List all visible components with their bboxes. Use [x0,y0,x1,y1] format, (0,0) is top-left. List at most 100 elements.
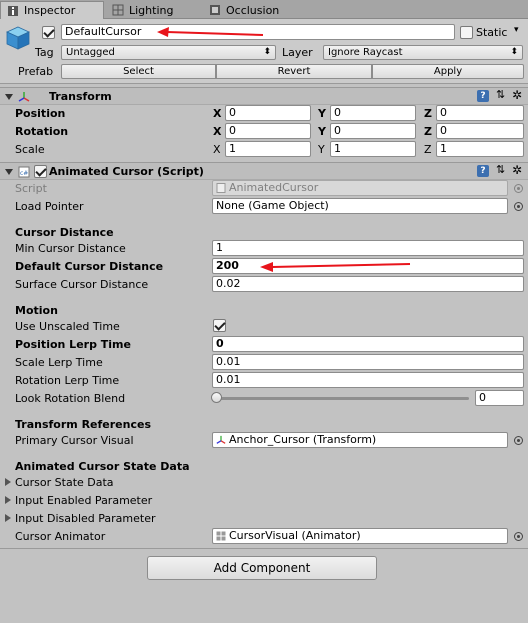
prefab-label: Prefab [18,65,54,78]
layer-label: Layer [282,46,313,59]
tab-label: Inspector [24,4,76,17]
prefab-revert-button[interactable]: Revert [216,64,372,79]
axis-x-label[interactable]: X [213,125,221,138]
look-rotation-blend-slider-track[interactable] [215,397,469,400]
position-lerp-time-field[interactable]: 0 [212,336,524,352]
script-value: AnimatedCursor [229,181,319,194]
scale-z-field[interactable]: 1 [436,141,524,157]
axis-x-label[interactable]: X [213,107,221,120]
cursor-animator-label: Cursor Animator [15,530,106,543]
axis-y-label[interactable]: Y [318,125,326,138]
primary-cursor-visual-field[interactable]: Anchor_Cursor (Transform) [212,432,508,448]
rotation-x-field[interactable]: 0 [225,123,311,139]
script-file-icon [216,183,226,193]
script-label: Script [15,182,47,195]
look-rotation-blend-label: Look Rotation Blend [15,392,126,405]
use-unscaled-time-label: Use Unscaled Time [15,320,120,333]
state-data-header: Animated Cursor State Data [15,460,190,473]
foldout-collapsed-icon[interactable] [5,514,11,522]
prefab-apply-button[interactable]: Apply [372,64,524,79]
position-label: Position [15,107,66,120]
cursor-distance-header: Cursor Distance [15,226,114,239]
gameobject-cube-icon [6,26,30,50]
rotation-y-field[interactable]: 0 [330,123,416,139]
scale-lerp-time-field[interactable]: 0.01 [212,354,524,370]
dropdown-arrows-icon: ⬍ [510,47,518,57]
look-rotation-blend-slider-thumb[interactable] [211,392,222,403]
rotation-lerp-time-label: Rotation Lerp Time [15,374,120,387]
position-lerp-time-label: Position Lerp Time [15,338,131,351]
look-rotation-blend-field[interactable]: 0 [475,390,524,406]
position-z-field[interactable]: 0 [436,105,524,121]
load-pointer-field[interactable]: None (Game Object) [212,198,508,214]
rotation-label: Rotation [15,125,69,138]
object-picker-icon[interactable] [514,202,523,211]
tab-inspector[interactable]: Inspector [0,1,104,19]
static-checkbox[interactable] [460,26,473,39]
scale-y-field[interactable]: 1 [330,141,416,157]
axis-z-label[interactable]: Z [424,125,432,138]
primary-cursor-visual-label: Primary Cursor Visual [15,434,134,447]
axis-y-label[interactable]: Y [318,107,326,120]
position-y-field[interactable]: 0 [330,105,416,121]
tag-dropdown[interactable]: Untagged ⬍ [61,45,276,60]
axis-z-label[interactable]: Z [424,143,432,156]
add-component-button[interactable]: Add Component [147,556,377,580]
foldout-collapsed-icon[interactable] [5,478,11,486]
scale-x-field[interactable]: 1 [225,141,311,157]
tag-label: Tag [35,46,54,59]
prefab-select-button[interactable]: Select [61,64,216,79]
dropdown-arrows-icon: ⬍ [263,47,271,57]
foldout-collapsed-icon[interactable] [5,496,11,504]
layer-dropdown[interactable]: Ignore Raycast ⬍ [323,45,523,60]
script-component-title: Animated Cursor (Script) [49,165,204,178]
gear-icon[interactable]: ✲ [512,163,522,177]
use-unscaled-time-checkbox[interactable] [213,319,226,332]
help-icon[interactable]: ? [477,90,489,102]
position-x-field[interactable]: 0 [225,105,311,121]
tab-label: Lighting [129,3,174,17]
transform-references-header: Transform References [15,418,152,431]
script-field: AnimatedCursor [212,180,508,196]
cursor-animator-value: CursorVisual (Animator) [229,529,361,542]
foldout-expanded-icon[interactable] [5,169,13,175]
transform-axes-icon [216,435,226,444]
tab-label: Occlusion [226,3,280,17]
help-icon[interactable]: ? [477,165,489,177]
presets-icon[interactable]: ⇅ [496,163,505,176]
occlusion-icon [209,4,221,16]
input-disabled-parameter-label[interactable]: Input Disabled Parameter [15,512,156,525]
min-cursor-distance-label: Min Cursor Distance [15,242,126,255]
scale-label: Scale [15,143,45,156]
min-cursor-distance-field[interactable]: 1 [212,240,524,256]
annotation-arrow [260,262,411,272]
tab-occlusion[interactable]: Occlusion [203,1,313,19]
tab-bar: Inspector Lighting Occlusion [0,0,528,19]
transform-component-header[interactable]: Transform ? ⇅ ✲ [0,87,528,105]
transform-title: Transform [49,90,112,103]
axis-x-label[interactable]: X [213,143,221,156]
foldout-expanded-icon[interactable] [5,94,13,100]
static-dropdown-icon[interactable]: ▾ [514,25,519,35]
lighting-icon [112,4,124,16]
motion-header: Motion [15,304,58,317]
cursor-animator-field[interactable]: CursorVisual (Animator) [212,528,508,544]
input-enabled-parameter-label[interactable]: Input Enabled Parameter [15,494,152,507]
axis-z-label[interactable]: Z [424,107,432,120]
rotation-lerp-time-field[interactable]: 0.01 [212,372,524,388]
cursor-state-data-label[interactable]: Cursor State Data [15,476,114,489]
active-toggle[interactable] [42,26,55,39]
info-icon [7,5,19,17]
component-enabled-toggle[interactable] [34,165,47,178]
script-file-icon: c# [18,166,30,178]
object-picker-icon[interactable] [514,436,523,445]
animator-icon [216,531,226,541]
object-picker-icon[interactable] [514,532,523,541]
rotation-z-field[interactable]: 0 [436,123,524,139]
tab-lighting[interactable]: Lighting [106,1,201,19]
script-component-header[interactable]: c# Animated Cursor (Script) ? ⇅ ✲ [0,162,528,180]
gear-icon[interactable]: ✲ [512,88,522,102]
presets-icon[interactable]: ⇅ [496,88,505,101]
surface-cursor-distance-field[interactable]: 0.02 [212,276,524,292]
axis-y-label[interactable]: Y [318,143,325,156]
